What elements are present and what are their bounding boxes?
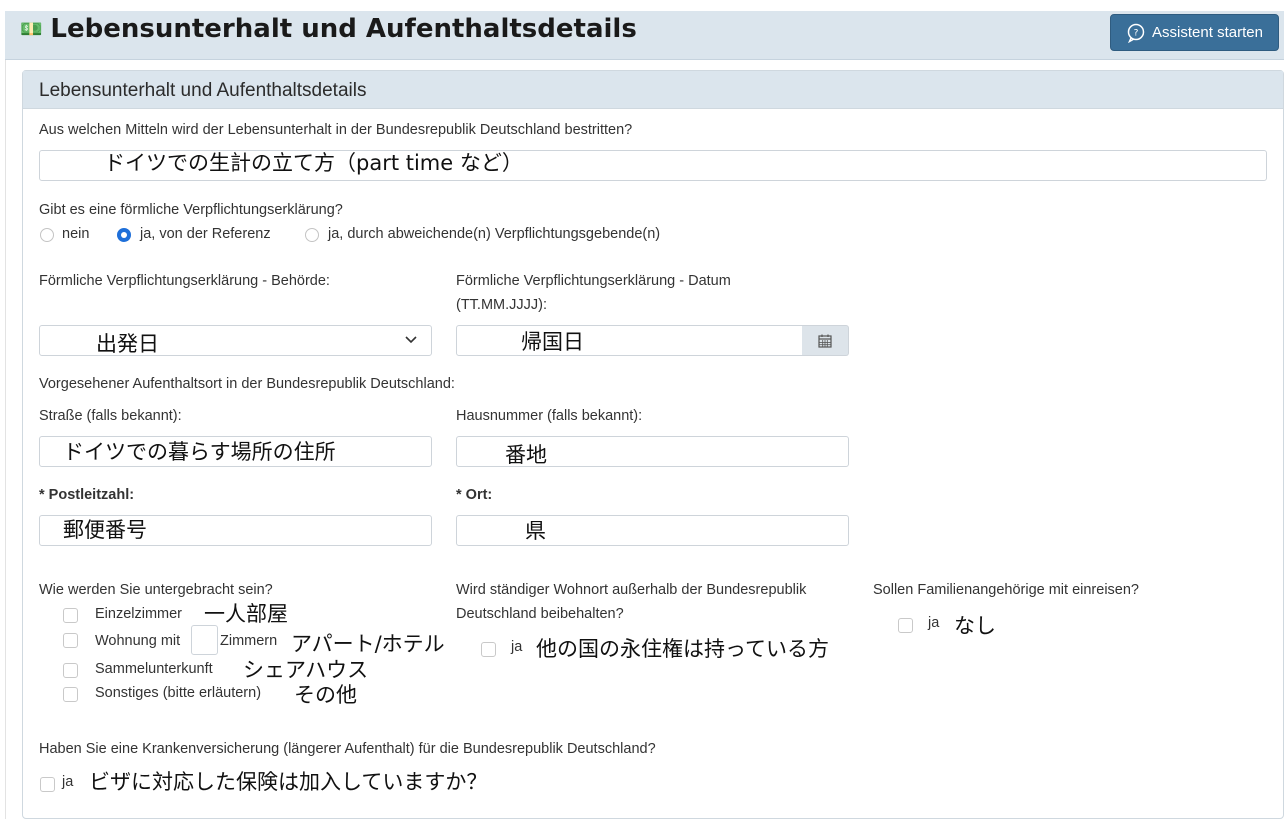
city-annotation: 県 (525, 519, 546, 543)
insurance-annotation: ビザに対応した保険は加入していますか？ (89, 770, 488, 794)
money-icon: 💵 (20, 18, 43, 40)
single-room-checkbox[interactable] (63, 608, 78, 623)
room-count-input[interactable] (191, 625, 218, 655)
commitment-option-other-guarantor: ja, durch abweichende(n) Verpflichtungsg… (328, 226, 661, 242)
date-annotation: 帰国日 (521, 330, 584, 354)
family-checkbox[interactable] (898, 618, 913, 633)
other-accommodation-annotation: その他 (294, 683, 357, 707)
shared-accommodation-label: Sammelunterkunft (95, 661, 213, 677)
insurance-question: Haben Sie eine Krankenversicherung (läng… (39, 741, 656, 757)
street-label: Straße (falls bekannt): (39, 408, 182, 424)
other-accommodation-label: Sonstiges (bitte erläutern) (95, 685, 262, 701)
city-input[interactable] (456, 515, 849, 546)
authority-annotation: 出発日 (96, 332, 159, 356)
shared-accommodation-checkbox[interactable] (63, 663, 78, 678)
single-room-annotation: 一人部屋 (204, 602, 288, 626)
page-left-border (5, 60, 6, 819)
house-number-annotation: 番地 (505, 443, 547, 467)
assistant-start-label: Assistent starten (1152, 24, 1263, 41)
permanent-residence-question-line1: Wird ständiger Wohnort außerhalb der Bun… (456, 582, 807, 598)
commitment-option-referenz: ja, von der Referenz (140, 226, 271, 242)
chevron-down-icon (405, 336, 417, 344)
apartment-checkbox[interactable] (63, 633, 78, 648)
apartment-label-suffix: Zimmern (220, 633, 278, 649)
family-option: ja (928, 615, 940, 631)
page-title-text: Lebensunterhalt und Aufenthaltsdetails (50, 14, 637, 44)
insurance-checkbox[interactable] (40, 777, 55, 792)
single-room-label: Einzelzimmer (95, 606, 183, 622)
card-title: Lebensunterhalt und Aufenthaltsdetails (39, 80, 367, 101)
commitment-option-nein: nein (62, 226, 90, 242)
family-annotation: なし (954, 614, 996, 638)
permanent-residence-question-line2: Deutschland beibehalten? (456, 606, 624, 622)
commitment-radio-other-guarantor[interactable] (305, 228, 319, 242)
other-accommodation-checkbox[interactable] (63, 687, 78, 702)
house-number-label: Hausnummer (falls bekannt): (456, 408, 643, 424)
authority-label: Förmliche Verpflichtungserklärung - Behö… (39, 273, 330, 289)
permanent-residence-checkbox[interactable] (481, 642, 496, 657)
accommodation-question: Wie werden Sie untergebracht sein? (39, 582, 273, 598)
permanent-residence-annotation: 他の国の永住権は持っている方 (536, 637, 829, 661)
commitment-question: Gibt es eine förmliche Verpflichtungserk… (39, 202, 343, 218)
apartment-label-prefix: Wohnung mit (95, 633, 181, 649)
date-label-line2: (TT.MM.JJJJ): (456, 297, 548, 313)
city-label: * Ort: (456, 487, 493, 503)
assistant-start-button[interactable]: ? Assistent starten (1110, 14, 1279, 51)
page-title: 💵 Lebensunterhalt und Aufenthaltsdetails (20, 14, 637, 44)
street-annotation: ドイツでの暮らす場所の住所 (63, 440, 336, 464)
chat-help-icon: ? (1127, 23, 1145, 43)
datepicker-button[interactable] (802, 325, 849, 356)
commitment-radio-referenz[interactable] (117, 228, 131, 242)
insurance-option: ja (62, 774, 74, 790)
commitment-radio-nein[interactable] (40, 228, 54, 242)
family-question: Sollen Familienangehörige mit einreisen? (873, 582, 1139, 598)
livelihood-question: Aus welchen Mitteln wird der Lebensunter… (39, 122, 633, 138)
residence-heading: Vorgesehener Aufenthaltsort in der Bunde… (39, 376, 455, 392)
postal-code-annotation: 郵便番号 (63, 518, 147, 542)
livelihood-annotation: ドイツでの生計の立て方（part time など） (104, 151, 523, 175)
permanent-residence-option: ja (511, 639, 523, 655)
date-input[interactable] (456, 325, 803, 356)
postal-code-label: * Postleitzahl: (39, 487, 135, 503)
date-label-line1: Förmliche Verpflichtungserklärung - Datu… (456, 273, 731, 289)
svg-text:?: ? (1134, 28, 1139, 38)
calendar-icon (818, 334, 832, 348)
